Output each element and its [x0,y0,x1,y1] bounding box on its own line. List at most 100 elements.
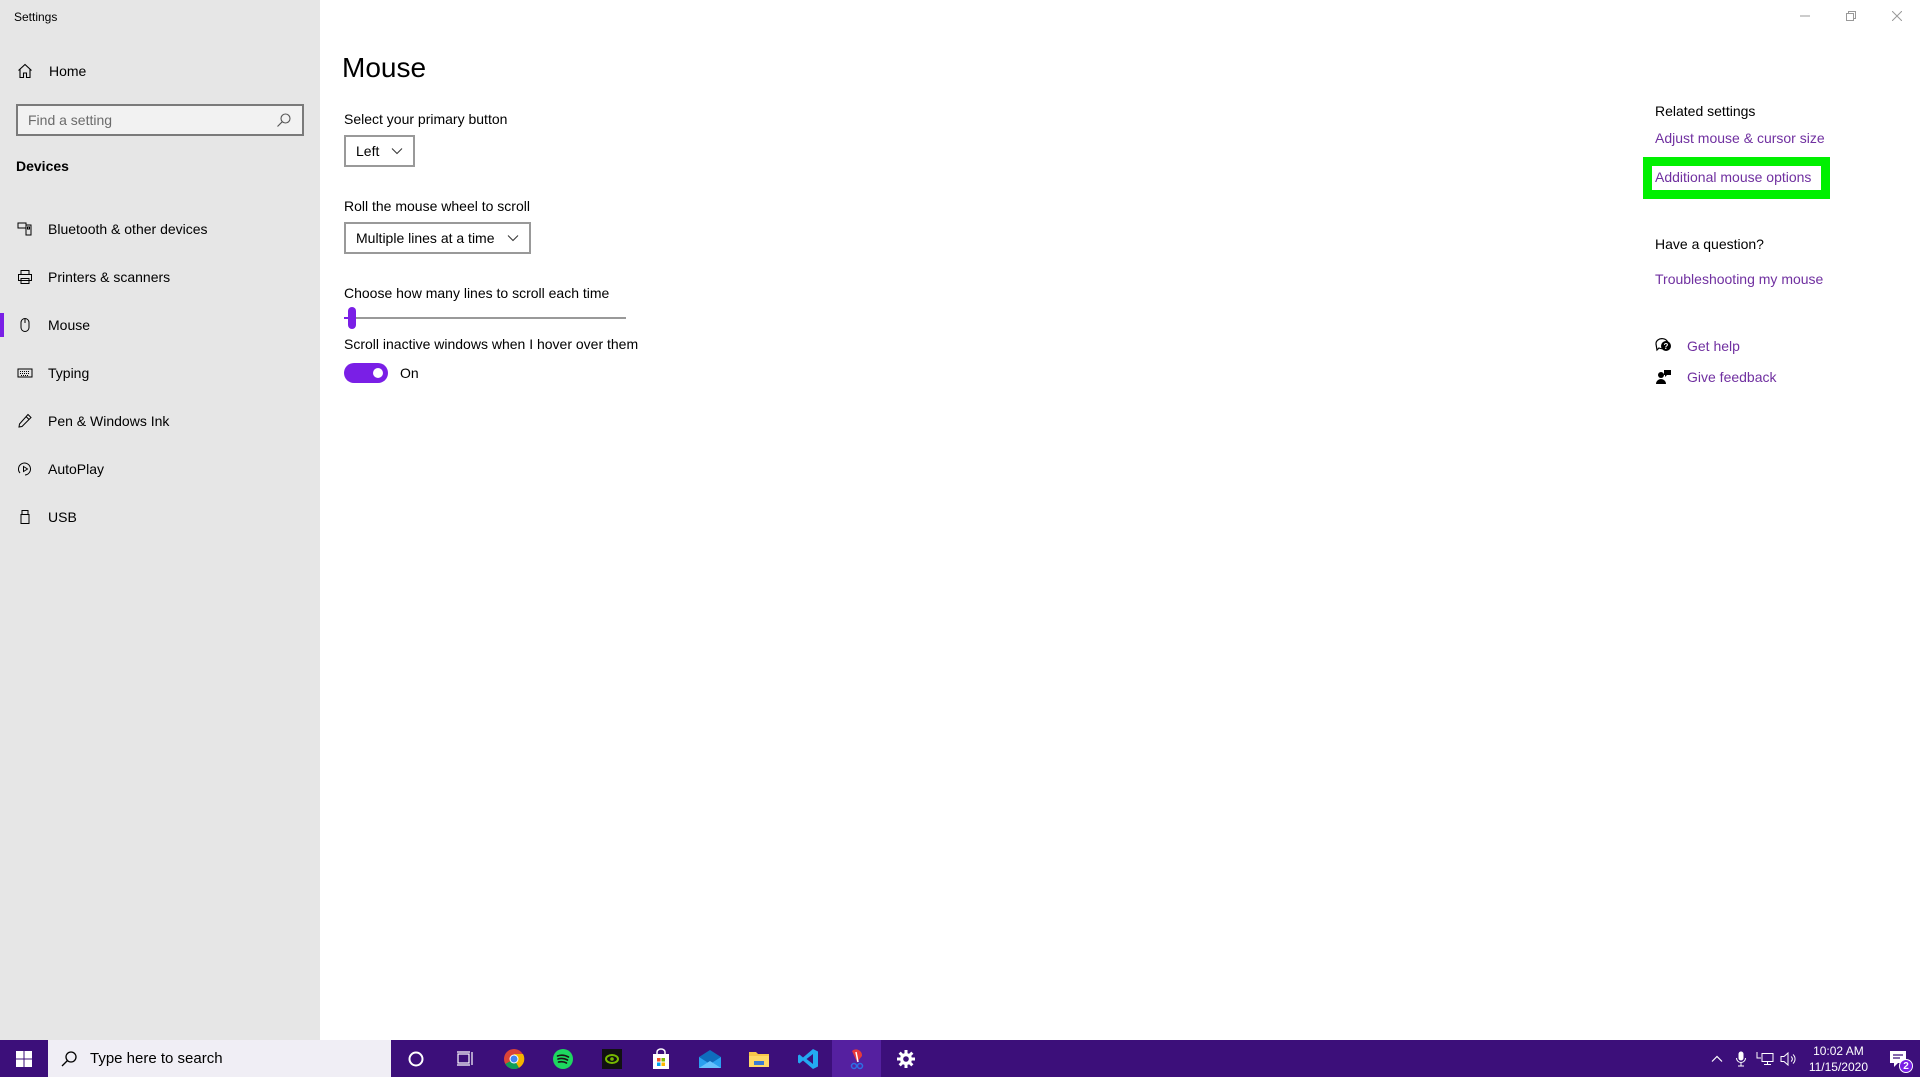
task-view-button[interactable] [440,1040,489,1077]
settings-window: Settings Home Devices Bluetooth & other … [0,0,1920,1040]
inactive-scroll-row: On [344,363,419,383]
sidebar-nav: Bluetooth & other devices Printers & sca… [0,205,320,541]
autoplay-icon [16,460,34,478]
clock-date: 11/15/2020 [1808,1059,1868,1074]
toggle-state: On [400,365,419,381]
give-feedback-icon [1655,368,1673,386]
window-controls [1782,0,1920,32]
vscode-button[interactable] [783,1040,832,1077]
give-feedback-link[interactable]: Give feedback [1655,368,1777,386]
sidebar-item-label: AutoPlay [48,461,105,477]
chevron-down-icon [507,232,519,244]
nvidia-icon [601,1048,622,1069]
spotify-button[interactable] [538,1040,587,1077]
close-button[interactable] [1874,0,1920,32]
primary-button-label: Select your primary button [344,111,508,127]
sidebar-item-usb[interactable]: USB [0,493,320,541]
get-help-icon: ? [1655,337,1673,355]
close-icon [1892,11,1902,21]
primary-button-dropdown[interactable]: Left [344,135,416,167]
bluetooth-devices-icon [16,220,34,238]
toggle-knob [373,368,383,378]
snip-sketch-icon [850,1048,863,1069]
taskbar-search[interactable]: Type here to search [48,1040,391,1077]
wheel-scroll-label: Roll the mouse wheel to scroll [344,198,530,214]
search-icon[interactable] [276,112,292,128]
volume-icon [1780,1051,1796,1066]
inactive-scroll-label: Scroll inactive windows when I hover ove… [344,336,639,352]
related-settings-heading: Related settings [1655,103,1756,119]
mail-button[interactable] [685,1040,734,1077]
sidebar-item-mouse[interactable]: Mouse [0,301,320,349]
chrome-icon [503,1048,524,1069]
chevron-up-icon [1711,1055,1723,1062]
mail-icon [698,1049,721,1068]
minimize-button[interactable] [1782,0,1828,32]
sidebar-item-printers[interactable]: Printers & scanners [0,253,320,301]
section-title: Devices [16,158,69,174]
network-button[interactable] [1753,1040,1777,1077]
restore-icon [1846,11,1856,21]
page-title: Mouse [342,52,427,83]
find-setting-input[interactable] [28,112,276,128]
sidebar-item-bluetooth[interactable]: Bluetooth & other devices [0,205,320,253]
clock-time: 10:02 AM [1813,1043,1864,1058]
store-button[interactable] [636,1040,685,1077]
spotify-icon [552,1048,573,1069]
nvidia-button[interactable] [587,1040,636,1077]
sidebar-item-label: Printers & scanners [48,269,171,285]
sidebar-item-label: Typing [48,365,90,381]
usb-icon [16,508,34,526]
home-label: Home [49,63,87,79]
microphone-icon [1735,1051,1746,1066]
file-explorer-button[interactable] [734,1040,783,1077]
mouse-icon [16,316,34,334]
sidebar-item-typing[interactable]: Typing [0,349,320,397]
system-tray: 10:02 AM 11/15/2020 2 [1705,1040,1920,1077]
taskbar: Type here to search 10:02 AM 11/15/2020 … [0,1040,1920,1077]
chrome-button[interactable] [489,1040,538,1077]
action-center-button[interactable]: 2 [1876,1040,1920,1077]
sidebar-item-label: USB [48,509,77,525]
keyboard-icon [16,364,34,382]
sidebar-item-label: Mouse [48,317,91,333]
sidebar-item-autoplay[interactable]: AutoPlay [0,445,320,493]
restore-button[interactable] [1828,0,1874,32]
sidebar-item-pen[interactable]: Pen & Windows Ink [0,397,320,445]
start-button[interactable] [0,1040,48,1077]
main-content: Mouse Select your primary button Left Ro… [320,0,1920,1040]
store-icon [652,1047,669,1069]
troubleshooting-link[interactable]: Troubleshooting my mouse [1655,271,1823,287]
chevron-down-icon [391,145,403,157]
snip-sketch-button[interactable] [832,1040,881,1077]
sidebar-home[interactable]: Home [16,62,86,80]
microphone-button[interactable] [1729,1040,1753,1077]
lines-slider-label: Choose how many lines to scroll each tim… [344,285,610,301]
home-icon [16,62,34,80]
taskbar-clock[interactable]: 10:02 AM 11/15/2020 [1801,1043,1876,1075]
cortana-icon [408,1051,423,1066]
search-icon [61,1050,77,1066]
find-setting-search[interactable] [16,104,304,136]
wheel-scroll-dropdown[interactable]: Multiple lines at a time [344,222,531,254]
inactive-scroll-toggle[interactable] [344,363,388,383]
sidebar: Settings Home Devices Bluetooth & other … [0,0,320,1040]
adjust-mouse-cursor-size-link[interactable]: Adjust mouse & cursor size [1655,130,1825,146]
primary-button-value: Left [356,143,380,159]
lines-slider[interactable] [344,304,626,332]
volume-button[interactable] [1777,1040,1801,1077]
network-icon [1756,1051,1774,1065]
task-view-icon [456,1050,473,1066]
get-help-label: Get help [1687,338,1740,354]
cortana-button[interactable] [391,1040,440,1077]
settings-button[interactable] [881,1040,930,1077]
pen-icon [16,412,34,430]
slider-track [344,317,626,319]
show-hidden-icons-button[interactable] [1705,1040,1729,1077]
additional-mouse-options-link[interactable]: Additional mouse options [1655,169,1811,185]
get-help-link[interactable]: ? Get help [1655,337,1740,355]
vscode-icon [797,1048,818,1069]
app-title: Settings [14,10,58,24]
slider-thumb[interactable] [348,307,357,329]
minimize-icon [1800,15,1810,17]
